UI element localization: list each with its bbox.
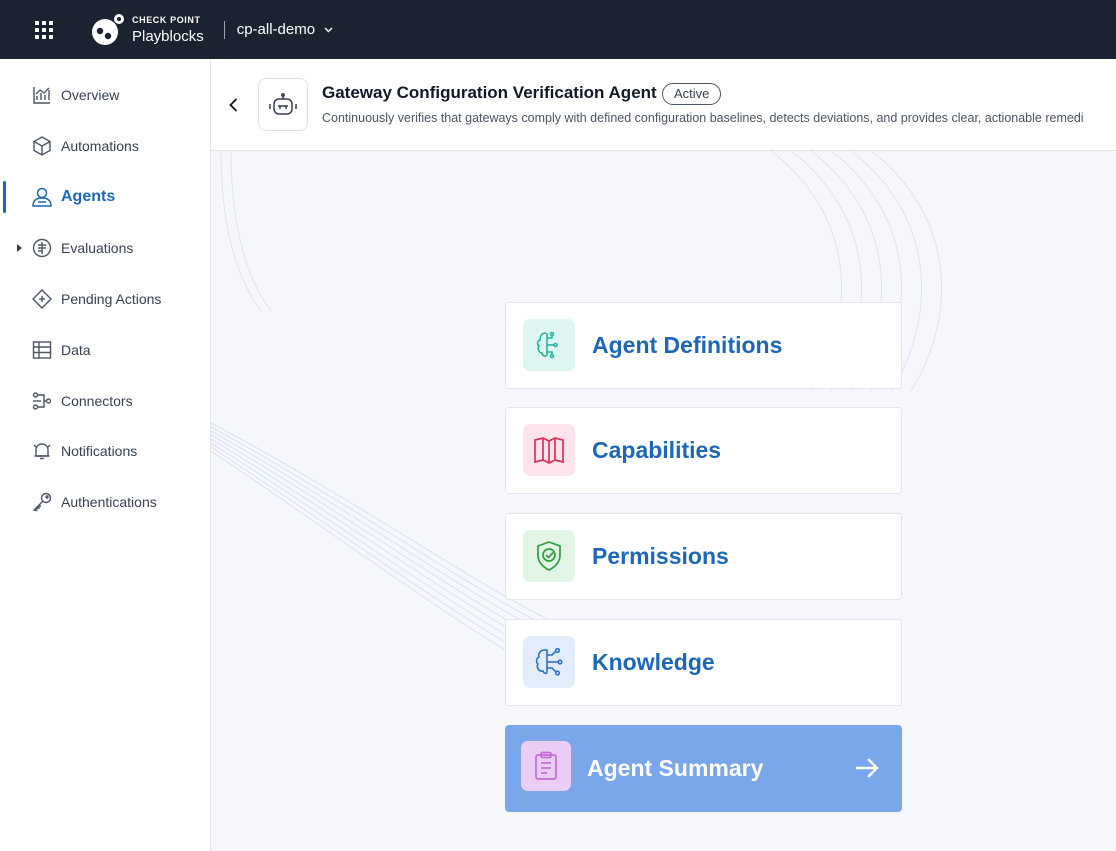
sidebar-item-label: Authentications xyxy=(61,494,157,510)
top-bar: CHECK POINT Playblocks cp-all-demo xyxy=(0,0,1116,59)
agent-icon xyxy=(31,186,53,208)
diamond-icon xyxy=(31,288,53,310)
robot-icon xyxy=(269,92,297,115)
evaluations-icon xyxy=(31,237,53,259)
expand-caret-icon[interactable] xyxy=(17,244,22,252)
chevron-left-icon xyxy=(228,98,237,112)
table-icon xyxy=(31,339,53,361)
sidebar-item-label: Data xyxy=(61,342,91,358)
definitions-icon xyxy=(523,319,575,371)
sidebar-item-label: Notifications xyxy=(61,443,138,459)
sidebar-item-notifications[interactable]: Notifications xyxy=(0,429,210,473)
chevron-down-icon xyxy=(324,27,333,32)
knowledge-card[interactable]: Knowledge xyxy=(505,619,902,706)
shield-icon xyxy=(523,530,575,582)
sidebar-item-pending-actions[interactable]: Pending Actions xyxy=(0,277,210,321)
back-button[interactable] xyxy=(223,93,243,117)
tenant-divider xyxy=(223,20,225,39)
sidebar-item-automations[interactable]: Automations xyxy=(0,124,210,168)
sidebar-item-label: Automations xyxy=(61,138,139,154)
sidebar-item-label: Agents xyxy=(61,188,116,205)
agent-avatar xyxy=(258,78,308,131)
card-label: Knowledge xyxy=(592,649,715,675)
key-icon xyxy=(31,491,53,513)
sidebar-item-label: Connectors xyxy=(61,393,133,409)
sidebar-item-label: Overview xyxy=(61,87,120,103)
app-launcher-icon[interactable] xyxy=(22,8,66,52)
arrow-right-icon xyxy=(856,758,879,778)
tenant-selector[interactable]: cp-all-demo xyxy=(223,20,333,39)
sidebar: Overview Automations Agents Evaluations xyxy=(0,59,211,851)
status-badge: Active xyxy=(662,83,722,105)
cube-icon xyxy=(31,135,53,157)
card-label: Agent Summary xyxy=(587,755,764,781)
brand-company: CHECK POINT xyxy=(132,14,201,25)
card-label: Permissions xyxy=(592,543,729,569)
capabilities-card[interactable]: Capabilities xyxy=(505,407,902,494)
check-point-logo-icon xyxy=(92,13,124,45)
sidebar-item-authentications[interactable]: Authentications xyxy=(0,480,210,524)
agent-description: Continuously verifies that gateways comp… xyxy=(322,111,1084,125)
sidebar-item-data[interactable]: Data xyxy=(0,328,210,372)
sidebar-item-evaluations[interactable]: Evaluations xyxy=(0,226,210,270)
card-label: Agent Definitions xyxy=(592,332,783,358)
tenant-name: cp-all-demo xyxy=(236,21,316,38)
page-title: Gateway Configuration Verification Agent xyxy=(322,83,657,102)
map-icon xyxy=(523,424,575,476)
permissions-card[interactable]: Permissions xyxy=(505,513,902,600)
card-label: Capabilities xyxy=(592,437,722,463)
main-content: Gateway Configuration Verification Agent… xyxy=(211,59,1116,851)
agent-summary-card[interactable]: Agent Summary xyxy=(505,725,902,812)
sidebar-item-label: Pending Actions xyxy=(61,291,162,307)
brand-product: Playblocks xyxy=(132,27,204,45)
sidebar-item-connectors[interactable]: Connectors xyxy=(0,379,210,423)
brand[interactable]: CHECK POINT Playblocks xyxy=(91,13,204,47)
agent-definitions-card[interactable]: Agent Definitions xyxy=(505,302,902,389)
sidebar-item-overview[interactable]: Overview xyxy=(0,73,210,117)
knowledge-icon xyxy=(523,636,575,688)
bell-icon xyxy=(31,440,53,462)
connectors-icon xyxy=(31,390,53,412)
agent-header: Gateway Configuration Verification Agent… xyxy=(211,59,1116,151)
chart-icon xyxy=(31,84,53,106)
sidebar-item-agents[interactable]: Agents xyxy=(0,175,210,219)
document-icon xyxy=(521,741,571,791)
sidebar-item-label: Evaluations xyxy=(61,240,134,256)
